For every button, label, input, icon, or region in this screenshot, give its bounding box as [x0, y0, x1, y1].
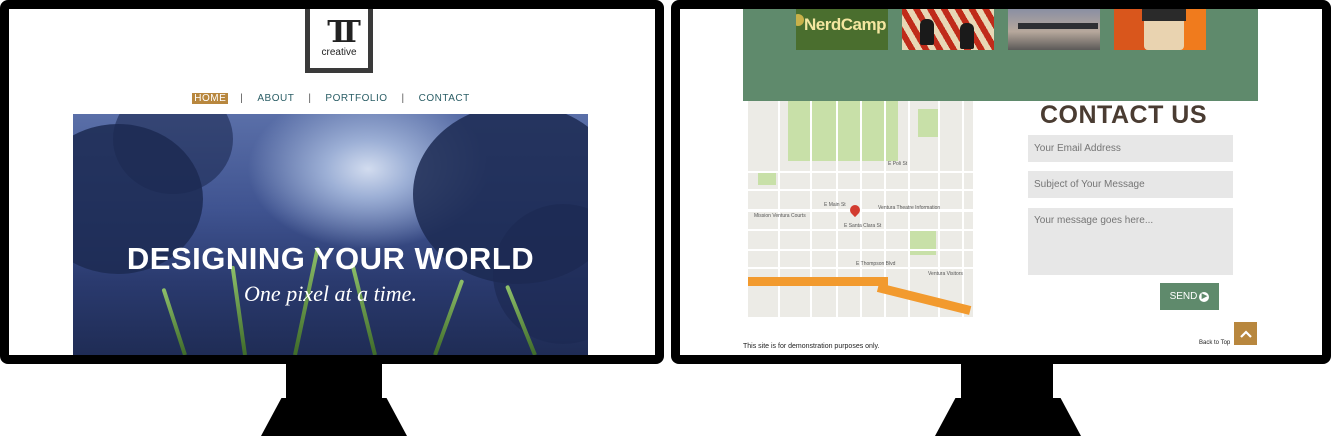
main-nav: HOME | ABOUT | PORTFOLIO | CONTACT [9, 91, 655, 105]
map-label: Mission Ventura Courts [754, 213, 806, 219]
portfolio-strip: NerdCamp [743, 9, 1258, 101]
logo-mark: TT [327, 14, 360, 50]
poster-figure [920, 19, 934, 45]
map-freeway [748, 277, 888, 286]
logo-word: creative [321, 46, 357, 58]
portfolio-thumb-poster[interactable] [902, 9, 994, 50]
monitor-stand [261, 398, 407, 436]
hero-banner: DESIGNING YOUR WORLD One pixel at a time… [73, 114, 588, 355]
map-park [788, 101, 898, 161]
arrow-right-icon: ▶ [1199, 291, 1210, 302]
map-freeway [876, 283, 972, 315]
nav-separator: | [308, 92, 312, 104]
nav-portfolio[interactable]: PORTFOLIO [323, 93, 389, 104]
nav-home[interactable]: HOME [192, 92, 229, 104]
map-park [908, 229, 936, 255]
monitor-stand [935, 398, 1081, 436]
portrait-hair [1142, 9, 1186, 21]
nav-contact[interactable]: CONTACT [417, 93, 472, 104]
hero-subtitle: One pixel at a time. [244, 281, 417, 306]
poster-figure [960, 23, 974, 49]
map-label: E Santa Clara St [844, 223, 882, 229]
message-field[interactable] [1028, 208, 1233, 275]
home-page-screen: TT creative HOME | ABOUT | PORTFOLIO | C… [9, 9, 655, 355]
send-label: SEND [1169, 291, 1198, 302]
hero-title: DESIGNING YOUR WORLD [126, 241, 535, 276]
nav-about[interactable]: ABOUT [255, 93, 296, 104]
portfolio-thumb-bridge[interactable] [1008, 9, 1100, 50]
bridge-shape [1018, 23, 1098, 29]
subject-field[interactable] [1028, 171, 1233, 198]
send-button[interactable]: SEND ▶ [1160, 283, 1219, 310]
monitor-neck [961, 362, 1053, 400]
portfolio-thumb-portrait[interactable] [1114, 9, 1206, 50]
hero-grass [230, 265, 247, 355]
email-field[interactable] [1028, 135, 1233, 162]
map-label: Ventura Theatre Information [878, 205, 941, 211]
map-label: E Main St [824, 202, 846, 208]
map-park [918, 109, 940, 137]
nav-separator: | [240, 92, 244, 104]
contact-title: CONTACT US [1040, 101, 1208, 129]
monitor-neck [286, 362, 382, 400]
map-label: Ventura Visitors [928, 271, 963, 277]
nerdcamp-logo-dot [796, 14, 804, 26]
site-logo[interactable]: TT creative [305, 9, 373, 73]
map-road [962, 101, 964, 317]
footer-disclaimer: This site is for demonstration purposes … [743, 343, 880, 350]
nav-separator: | [401, 92, 405, 104]
map-park [758, 171, 776, 185]
chevron-up-icon [1239, 329, 1252, 338]
map-label: E Poli St [888, 161, 908, 167]
nerdcamp-text: NerdCamp [804, 15, 886, 34]
contact-page-screen: NerdCamp E Main St E Santa Clara St E Th… [680, 9, 1322, 355]
map-label: E Thompson Blvd [856, 261, 896, 267]
portfolio-thumb-nerdcamp[interactable]: NerdCamp [796, 9, 888, 50]
right-monitor: NerdCamp E Main St E Santa Clara St E Th… [671, 0, 1331, 436]
back-to-top-label[interactable]: Back to Top [1199, 340, 1230, 346]
back-to-top-button[interactable] [1234, 322, 1257, 345]
left-monitor: TT creative HOME | ABOUT | PORTFOLIO | C… [0, 0, 664, 436]
location-map[interactable]: E Main St E Santa Clara St E Thompson Bl… [748, 101, 973, 317]
